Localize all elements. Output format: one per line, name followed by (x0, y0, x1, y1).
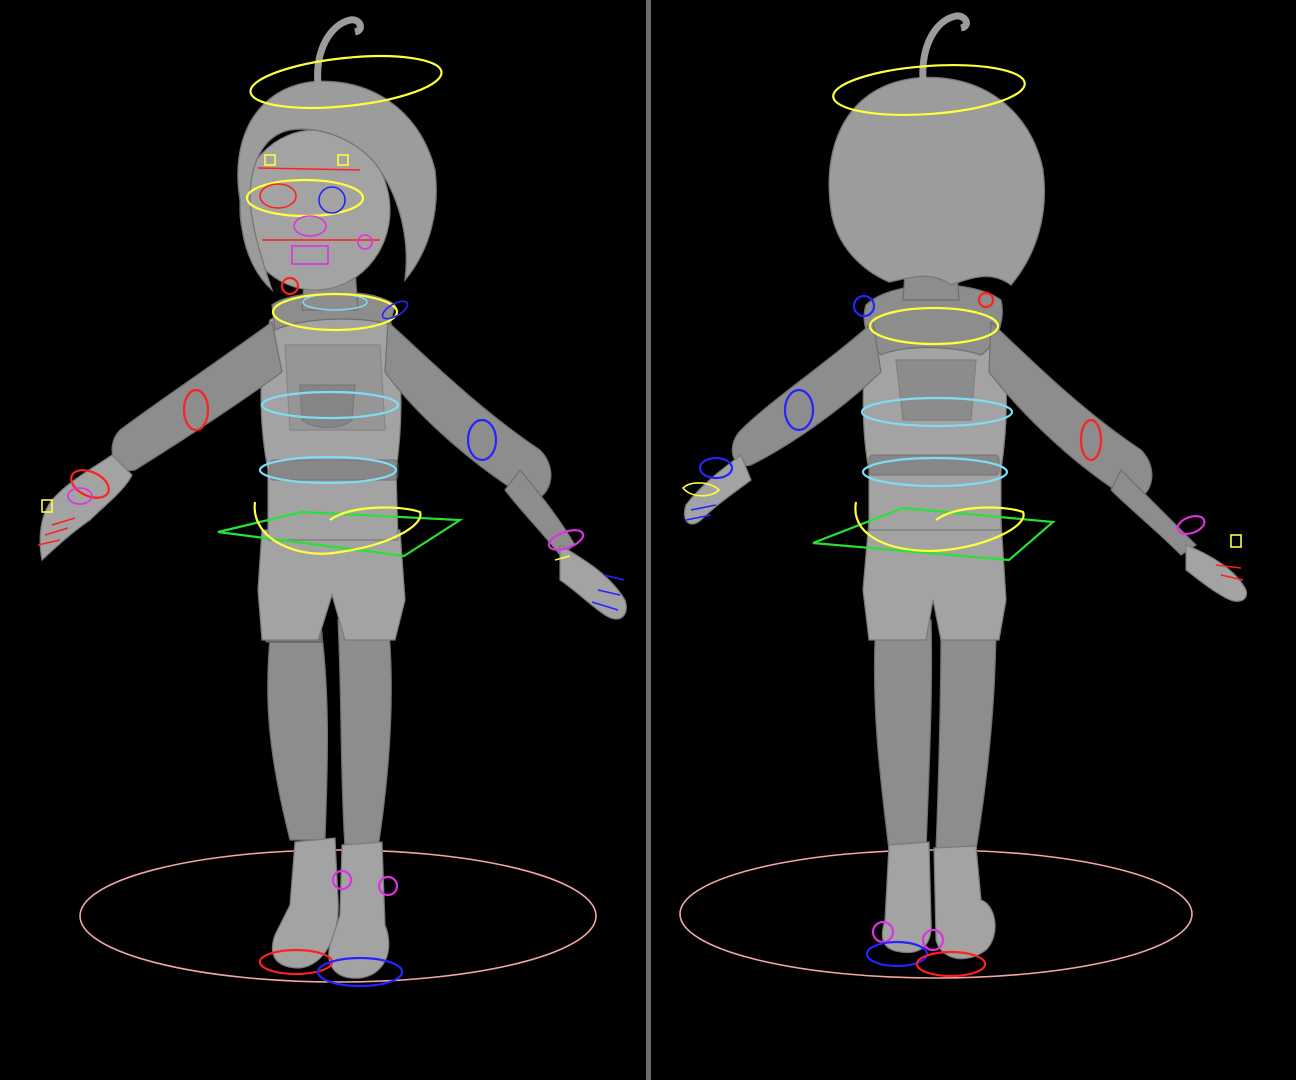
back-right-wrist-controller[interactable] (1175, 513, 1207, 538)
back-view-canvas (679, 12, 1248, 979)
viewport (0, 0, 1296, 1080)
back-straps (895, 359, 977, 421)
front-view-canvas (37, 16, 627, 988)
back-right-hand (1185, 544, 1248, 602)
back-right-arm (988, 320, 1153, 501)
hair-ahoge (314, 16, 364, 86)
left-arm (111, 320, 283, 472)
back-hair-ahoge (919, 12, 970, 81)
belt (269, 459, 399, 481)
back-shorts (862, 519, 1007, 641)
back-right-leg (935, 619, 997, 851)
front-view (0, 0, 646, 1080)
back-hair (828, 76, 1046, 286)
back-left-leg (873, 619, 933, 851)
right-leg (337, 619, 392, 849)
back-right-forearm (1110, 468, 1197, 556)
left-leg (267, 619, 329, 841)
back-view (651, 0, 1296, 1080)
head-top-controller[interactable] (248, 48, 444, 116)
back-right-finger-ctrl[interactable] (1230, 534, 1242, 548)
left-boot (271, 837, 339, 969)
right-arm (384, 320, 552, 501)
